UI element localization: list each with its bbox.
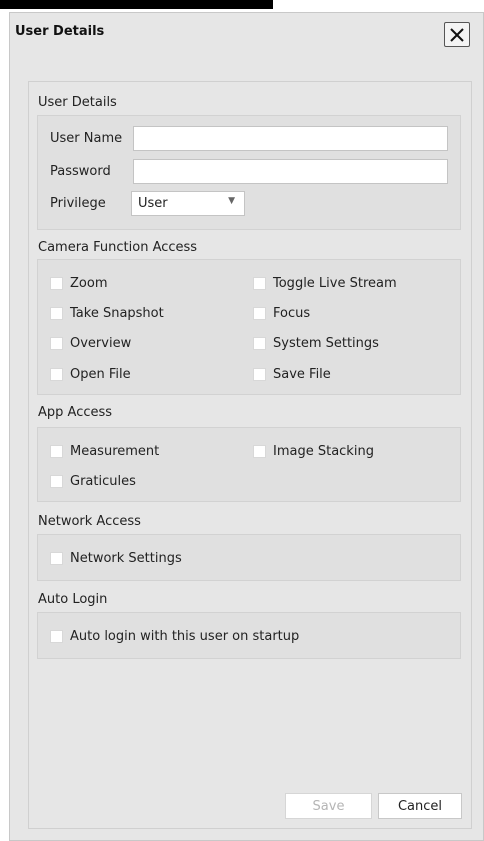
user-details-section-label: User Details — [38, 95, 117, 110]
checkbox-box — [50, 629, 63, 643]
checkbox-label: Measurement — [70, 443, 160, 459]
checkbox-box — [50, 367, 63, 381]
checkbox-box — [253, 444, 266, 458]
chevron-down-icon: ▼ — [228, 196, 235, 206]
app-access-group — [37, 427, 461, 502]
username-label: User Name — [50, 131, 123, 146]
close-button[interactable] — [444, 22, 470, 47]
camera-section-label: Camera Function Access — [38, 240, 198, 255]
privilege-select-value: User — [138, 196, 168, 211]
top-black-bar — [0, 0, 273, 9]
checkbox-box — [50, 551, 63, 565]
checkbox-label: Focus — [273, 305, 311, 321]
cancel-button[interactable]: Cancel — [378, 793, 462, 819]
checkbox-box — [253, 336, 266, 350]
app-access-section-label: App Access — [38, 405, 113, 420]
password-input[interactable] — [133, 159, 448, 184]
checkbox-label: Toggle Live Stream — [273, 275, 397, 291]
checkbox-save-file[interactable]: Save File — [253, 365, 331, 383]
checkbox-box — [50, 306, 63, 320]
checkbox-label: Auto login with this user on startup — [70, 628, 300, 644]
checkbox-network-settings[interactable]: Network Settings — [50, 549, 182, 567]
checkbox-label: Open File — [70, 366, 131, 382]
dialog-title: User Details — [15, 24, 105, 39]
checkbox-system-settings[interactable]: System Settings — [253, 334, 379, 352]
checkbox-zoom[interactable]: Zoom — [50, 274, 107, 292]
checkbox-label: Graticules — [70, 473, 136, 489]
checkbox-label: Network Settings — [70, 550, 182, 566]
checkbox-box — [50, 336, 63, 350]
password-label: Password — [50, 164, 111, 179]
checkbox-toggle-live-stream[interactable]: Toggle Live Stream — [253, 274, 397, 292]
checkbox-open-file[interactable]: Open File — [50, 365, 131, 383]
privilege-select[interactable]: User ▼ — [131, 191, 245, 216]
checkbox-take-snapshot[interactable]: Take Snapshot — [50, 304, 164, 322]
checkbox-box — [253, 276, 266, 290]
checkbox-box — [253, 367, 266, 381]
checkbox-overview[interactable]: Overview — [50, 334, 131, 352]
network-access-section-label: Network Access — [38, 514, 141, 529]
privilege-label: Privilege — [50, 196, 106, 211]
checkbox-label: Save File — [273, 366, 331, 382]
checkbox-label: System Settings — [273, 335, 379, 351]
checkbox-box — [50, 444, 63, 458]
save-button[interactable]: Save — [285, 793, 372, 819]
checkbox-auto-login[interactable]: Auto login with this user on startup — [50, 627, 299, 645]
auto-login-section-label: Auto Login — [38, 592, 108, 607]
checkbox-box — [253, 306, 266, 320]
username-input[interactable] — [133, 126, 448, 151]
close-icon — [450, 27, 464, 42]
checkbox-focus[interactable]: Focus — [253, 304, 310, 322]
checkbox-graticules[interactable]: Graticules — [50, 472, 136, 490]
checkbox-measurement[interactable]: Measurement — [50, 442, 159, 460]
checkbox-label: Image Stacking — [273, 443, 374, 459]
checkbox-box — [50, 474, 63, 488]
checkbox-box — [50, 276, 63, 290]
checkbox-label: Zoom — [70, 275, 108, 291]
checkbox-label: Take Snapshot — [70, 305, 164, 321]
checkbox-image-stacking[interactable]: Image Stacking — [253, 442, 374, 460]
checkbox-label: Overview — [70, 335, 132, 351]
